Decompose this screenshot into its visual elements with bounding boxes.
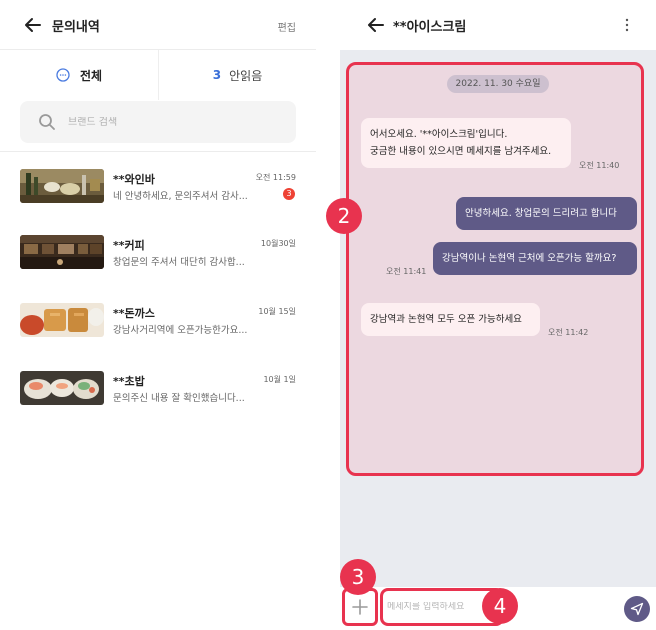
send-icon [630, 602, 644, 616]
thumbnail-pork-cutlet [20, 303, 104, 337]
date-divider: 2022. 11. 30 수요일 [447, 75, 549, 93]
thumbnail-coffee [20, 235, 104, 269]
item-preview: 강남사거리역에 오픈가능한가요... [113, 325, 248, 336]
send-button[interactable] [624, 596, 650, 622]
message-line: 안녕하세요. 창업문의 드리려고 합니다 [465, 208, 617, 219]
message-time: 오전 11:40 [579, 161, 620, 170]
back-arrow-icon[interactable] [22, 14, 44, 36]
message-bubble-incoming: 어서오세요. '**아이스크림'입니다. 궁금한 내용이 있으시면 메세지를 남… [361, 118, 571, 168]
item-time: 10월 15일 [258, 307, 296, 316]
edit-button[interactable]: 편집 [278, 19, 296, 34]
search-input[interactable] [68, 116, 268, 128]
plus-icon [352, 599, 368, 615]
tab-unread[interactable]: 3 안읽음 [158, 50, 316, 100]
tab-all[interactable]: 전체 [0, 50, 158, 100]
search-icon [39, 114, 55, 130]
list-item[interactable]: **와인바 네 안녕하세요, 문의주셔서 감사... 오전 11:59 3 [0, 169, 316, 235]
inquiry-list-screen: 문의내역 편집 전체 3 안읽음 브랜드 검색 **와인바 네 안녕하세요, 문… [0, 0, 316, 630]
item-preview: 창업문의 주셔서 대단히 감사합... [113, 257, 245, 268]
list-item[interactable]: **초밥 문의주신 내용 잘 확인했습니다... 10월 1일 [0, 371, 316, 437]
unread-badge: 3 [283, 188, 295, 200]
item-time: 오전 11:59 [255, 173, 296, 182]
message-bubble-outgoing: 안녕하세요. 창업문의 드리려고 합니다 [456, 197, 637, 230]
item-name: **초밥 [113, 375, 145, 388]
message-line: 강남역과 논현역 모두 오픈 가능하세요 [370, 314, 522, 325]
message-time: 오전 11:42 [548, 328, 589, 337]
item-name: **돈까스 [113, 307, 155, 320]
unread-count: 3 [212, 68, 222, 82]
chat-title: **아이스크림 [393, 20, 467, 35]
item-preview: 문의주신 내용 잘 확인했습니다... [113, 393, 245, 404]
chat-room-screen: **아이스크림 2022. 11. 30 수요일 어서오세요. '**아이스크림… [326, 0, 656, 630]
message-input[interactable] [387, 602, 497, 612]
item-name: **와인바 [113, 173, 155, 186]
message-bubble-incoming: 강남역과 논현역 모두 오픈 가능하세요 [361, 303, 540, 336]
thumbnail-sushi [20, 371, 104, 405]
list-item[interactable]: **커피 창업문의 주셔서 대단히 감사합... 10월30일 [0, 235, 316, 301]
item-time: 10월 1일 [263, 375, 296, 384]
chat-header: **아이스크림 [340, 0, 656, 50]
message-time: 오전 11:41 [386, 267, 427, 276]
list-item[interactable]: **돈까스 강남사거리역에 오픈가능한가요... 10월 15일 [0, 303, 316, 369]
item-time: 10월30일 [260, 239, 296, 248]
annotation-marker-3: 3 [340, 559, 376, 595]
tab-unread-label: 안읽음 [229, 68, 263, 83]
annotation-marker-2: 2 [326, 198, 362, 234]
item-name: **커피 [113, 239, 145, 252]
tab-all-label: 전체 [79, 68, 103, 83]
back-arrow-icon[interactable] [365, 14, 387, 36]
message-line: 어서오세요. '**아이스크림'입니다. [370, 129, 508, 140]
chat-bubble-icon [56, 68, 70, 82]
list-header: 문의내역 편집 [0, 0, 316, 50]
item-preview: 네 안녕하세요, 문의주셔서 감사... [113, 191, 248, 202]
message-line: 궁금한 내용이 있으시면 메세지를 남겨주세요. [370, 146, 552, 157]
filter-tabs: 전체 3 안읽음 [0, 50, 316, 100]
annotation-marker-4: 4 [482, 588, 518, 624]
message-line: 강남역이나 논현역 근처에 오픈가능 할까요? [442, 253, 617, 264]
page-title: 문의내역 [52, 20, 100, 35]
list-divider [0, 151, 316, 152]
brand-search-box[interactable] [20, 101, 296, 143]
message-bubble-outgoing: 강남역이나 논현역 근처에 오픈가능 할까요? [433, 242, 637, 275]
more-vertical-icon[interactable] [624, 17, 630, 33]
thumbnail-wine-bar [20, 169, 104, 203]
